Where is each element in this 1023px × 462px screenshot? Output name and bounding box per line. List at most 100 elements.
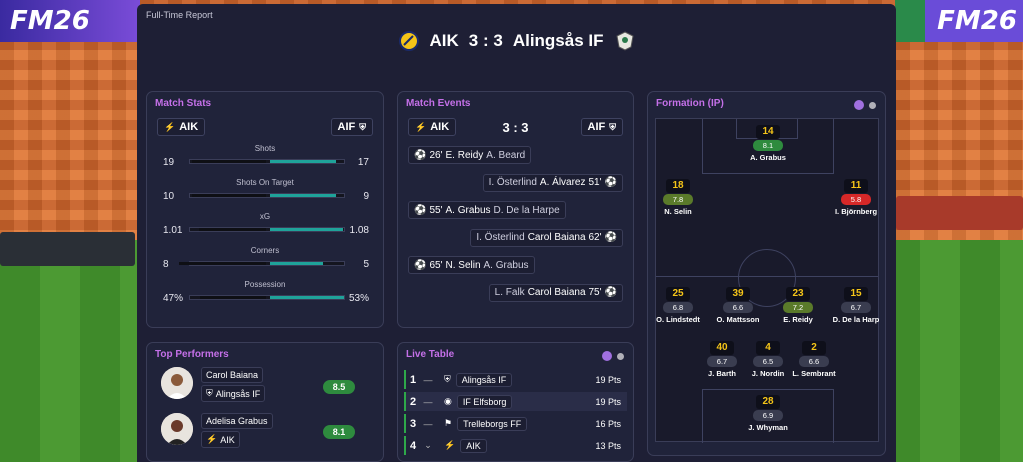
table-points: 19 Pts (595, 374, 621, 385)
player-name: A. Grabus (750, 153, 786, 162)
player-rating: 6.5 (753, 356, 783, 367)
performer-name: Adelisa Grabus (201, 413, 273, 429)
fm26-banner-right: FM26 (895, 0, 1023, 42)
banner-text-left: FM26 (10, 6, 90, 36)
table-movement: — (423, 396, 433, 407)
player-number: 25 (666, 287, 690, 301)
table-row[interactable]: 2 — ◉ IF Elfsborg 19 Pts (404, 392, 627, 411)
stat-bar-away (270, 228, 343, 231)
goal-event[interactable]: ⚽ 55' A. Grabus D. De la Harpe (408, 201, 566, 219)
live-table-toggle[interactable] (602, 351, 624, 361)
formation-player[interactable]: 25 6.8 O. Lindstedt (648, 287, 708, 324)
player-name: O. Lindstedt (656, 315, 700, 324)
stat-bar (189, 227, 345, 232)
goal-event[interactable]: I. Österlind Carol Baiana 62' ⚽ (470, 228, 623, 247)
formation-pitch: 14 8.1 A. Grabus 18 7.8 N. Selin 11 5.8 … (655, 118, 879, 443)
toggle-dot-inactive[interactable] (617, 352, 624, 360)
formation-player[interactable]: 39 6.6 O. Mattsson (708, 287, 768, 324)
event-assist: D. De la Harpe (493, 204, 560, 216)
formation-view-toggle[interactable] (854, 100, 876, 110)
scoreline: AIK 3 : 3 Alingsås IF (137, 30, 896, 52)
table-row[interactable]: 3 — ⚑ Trelleborgs FF 16 Pts (404, 414, 627, 433)
stat-away-value: 53% (348, 293, 369, 304)
table-club-name: Alingsås IF (455, 372, 513, 387)
events-away-chip-label: AIF (587, 121, 606, 133)
formation-player[interactable]: 18 7.8 N. Selin (648, 179, 708, 216)
stat-bar-away (270, 262, 324, 265)
match-events-title: Match Events (406, 98, 471, 109)
table-row[interactable]: 1 — ⛨ Alingsås IF 19 Pts (404, 370, 627, 389)
event-assist: I. Österlind (476, 232, 525, 243)
stat-away-value: 9 (363, 191, 369, 202)
football-icon: ⚽ (414, 259, 427, 271)
top-performers-title: Top Performers (155, 349, 229, 360)
stat-bar-away (270, 160, 336, 163)
toggle-dot-active[interactable] (602, 351, 612, 361)
player-name: D. De la Harp (832, 315, 880, 324)
stat-label: Shots On Target (236, 178, 294, 187)
toggle-dot-inactive[interactable] (869, 101, 876, 109)
match-stats-away-chip: AIF ⛨ (330, 118, 373, 136)
event-assist: L. Falk (494, 287, 525, 298)
player-rating: 7.8 (663, 194, 693, 205)
event-scorer: E. Reidy (445, 149, 484, 161)
football-icon: ⚽ (414, 149, 427, 161)
goal-event[interactable]: I. Österlind A. Álvarez 51' ⚽ (482, 173, 623, 192)
bench-right (896, 196, 1023, 230)
stat-bar (189, 295, 345, 300)
player-rating: 8.1 (753, 140, 783, 151)
performer-name: Carol Baiana (201, 367, 264, 383)
table-movement: ⌄ (424, 440, 432, 450)
event-minute: 75' (588, 287, 602, 298)
stat-bar-home (191, 160, 266, 163)
goal-event[interactable]: ⚽ 65' N. Selin A. Grabus (408, 256, 535, 274)
performer-row[interactable]: Adelisa Grabus ⚡ AIK 8.1 (161, 413, 387, 451)
table-position: 2 (410, 395, 417, 408)
player-name: I. Björnberg (834, 207, 878, 216)
event-scorer: Carol Baiana (527, 232, 586, 243)
goal-event[interactable]: L. Falk Carol Baiana 75' ⚽ (488, 283, 623, 302)
player-number: 4 (756, 341, 780, 355)
club-crest-icon: ⚡ (444, 440, 456, 450)
performer-club: ⛨ Alingsås IF (201, 385, 266, 402)
stat-bar-home (178, 262, 266, 265)
stat-bar-away (270, 194, 336, 197)
stat-label: Possession (244, 280, 286, 289)
stat-bar-away (270, 296, 345, 299)
formation-player[interactable]: 14 8.1 A. Grabus (738, 125, 798, 162)
final-score: 3 : 3 (468, 31, 503, 50)
performer-row[interactable]: Carol Baiana ⛨ Alingsås IF 8.5 (161, 367, 387, 405)
table-club-name: IF Elfsborg (456, 394, 513, 409)
stat-bar-home (191, 194, 266, 197)
club-crest-icon: ◉ (444, 396, 452, 406)
performer-club-label: AIK (220, 434, 235, 445)
goal-event[interactable]: ⚽ 26' E. Reidy A. Beard (408, 146, 532, 164)
alingsas-crest-icon (615, 31, 634, 51)
player-number: 11 (844, 179, 868, 193)
formation-player[interactable]: 15 6.7 D. De la Harp (826, 287, 886, 324)
event-assist: A. Grabus (483, 259, 529, 271)
table-row[interactable]: 4 ⌄ ⚡ AIK 13 Pts (404, 436, 627, 455)
player-name: O. Mattsson (716, 315, 760, 324)
stat-away-value: 1.08 (349, 225, 369, 236)
formation-player[interactable]: 28 6.9 J. Whyman (738, 395, 798, 432)
table-club: ⚡ AIK (444, 438, 487, 453)
stat-bar-home (200, 296, 266, 299)
player-number: 2 (802, 341, 826, 355)
player-number: 40 (710, 341, 734, 355)
aik-small-icon: ⚡ (206, 434, 218, 444)
table-position: 4 (410, 439, 417, 452)
table-position: 1 (410, 373, 417, 386)
toggle-dot-active[interactable] (854, 100, 864, 110)
live-table-title: Live Table (406, 349, 455, 360)
football-icon: ⚽ (604, 177, 617, 188)
club-crest-icon: ⛨ (444, 374, 451, 384)
event-assist: A. Beard (486, 149, 526, 161)
aif-badge-icon: ⛨ (359, 121, 366, 132)
formation-player[interactable]: 23 7.2 E. Reidy (768, 287, 828, 324)
formation-player[interactable]: 11 5.8 I. Björnberg (826, 179, 886, 216)
table-points: 19 Pts (595, 396, 621, 407)
table-club-name: AIK (460, 438, 487, 453)
event-scorer: Carol Baiana (527, 287, 586, 298)
formation-player[interactable]: 2 6.6 L. Sembrant (784, 341, 844, 378)
